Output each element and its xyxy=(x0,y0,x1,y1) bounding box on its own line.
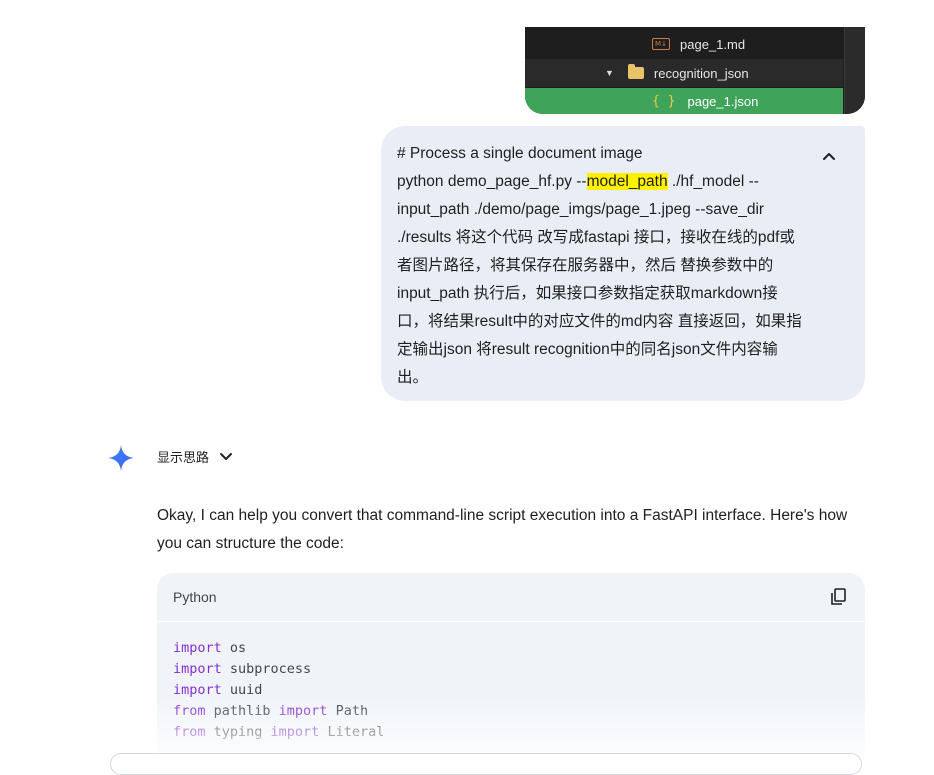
code-text: os xyxy=(221,640,247,656)
file-tree-item-label: page_1.md xyxy=(680,36,746,52)
copy-icon[interactable] xyxy=(829,587,849,607)
code-line: import os xyxy=(173,638,849,659)
code-text: subprocess xyxy=(221,661,312,677)
code-text: Literal xyxy=(319,724,385,740)
json-file-icon: { } xyxy=(652,94,676,109)
user-message-line: # Process a single document image xyxy=(397,145,643,162)
show-thinking-toggle[interactable]: 显示思路 xyxy=(157,447,233,466)
markdown-file-icon: M↓ xyxy=(652,38,670,50)
chevron-down-icon xyxy=(220,452,233,460)
code-text: typing xyxy=(205,724,271,740)
show-thinking-label: 显示思路 xyxy=(157,450,210,465)
code-line: import uuid xyxy=(173,680,849,701)
code-line: from pathlib import Path xyxy=(173,701,849,722)
code-block-header: Python xyxy=(157,573,865,622)
code-keyword: import xyxy=(173,640,222,656)
file-tree-item-label: page_1.json xyxy=(687,94,759,109)
code-line: from typing import Literal xyxy=(173,722,849,743)
file-tree-item-json: { } page_1.json xyxy=(525,88,843,114)
file-tree-item-md: M↓ page_1.md xyxy=(525,30,843,58)
highlighted-text: model_path xyxy=(586,173,668,190)
code-text: pathlib xyxy=(205,703,279,719)
code-text: uuid xyxy=(221,682,263,698)
chevron-up-icon[interactable] xyxy=(819,146,839,166)
user-message-segment: python demo_page_hf.py -- xyxy=(397,173,587,190)
file-tree-screenshot: M↓ page_1.md ▼ recognition_json { } page… xyxy=(525,27,865,114)
code-text: Path xyxy=(327,703,369,719)
user-message-bubble: # Process a single document image python… xyxy=(381,126,865,401)
code-keyword: import xyxy=(173,661,222,677)
caret-down-icon: ▼ xyxy=(605,68,614,78)
code-keyword: from xyxy=(173,724,206,740)
gemini-spark-icon xyxy=(108,445,134,471)
file-tree-item-label: recognition_json xyxy=(653,65,749,81)
code-block: Python import os import subprocess impor… xyxy=(157,573,865,757)
code-keyword: import xyxy=(270,724,320,740)
code-language-label: Python xyxy=(173,589,217,605)
prompt-input-box[interactable] xyxy=(110,753,862,775)
code-keyword: from xyxy=(173,703,206,719)
response-intro-text: Okay, I can help you convert that comman… xyxy=(157,507,848,552)
file-tree-scrollbar xyxy=(844,27,865,114)
code-line: import subprocess xyxy=(173,659,849,680)
code-keyword: import xyxy=(173,682,222,698)
folder-icon xyxy=(627,64,644,79)
user-message-segment: ./hf_model --input_path ./demo/page_imgs… xyxy=(397,173,802,386)
code-body: import os import subprocess import uuid … xyxy=(157,622,865,757)
user-message-text: # Process a single document image python… xyxy=(397,140,805,392)
file-tree-item-folder: ▼ recognition_json xyxy=(525,59,843,87)
code-keyword: import xyxy=(278,703,328,719)
